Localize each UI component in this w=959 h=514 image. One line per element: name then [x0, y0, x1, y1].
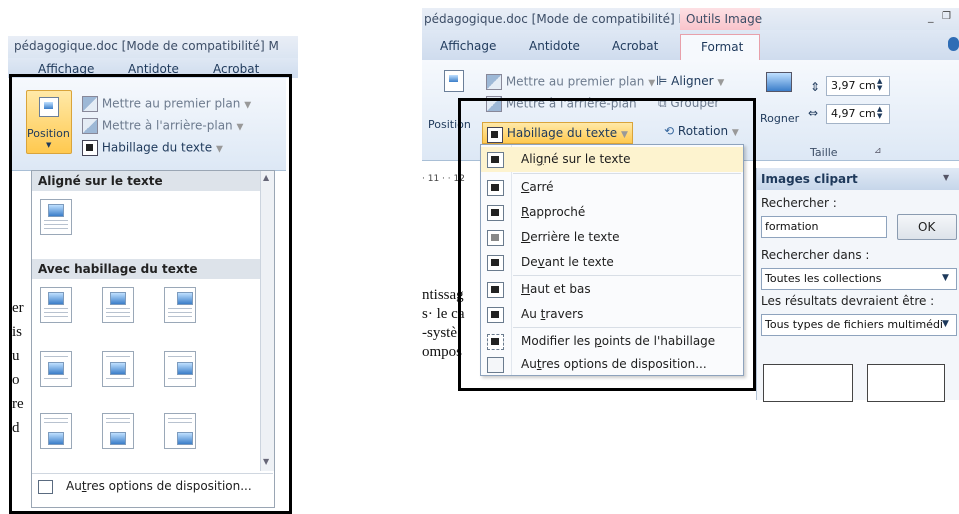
width-icon: ⇔	[808, 106, 819, 120]
tab-affichage[interactable]: Affichage	[440, 39, 496, 53]
search-label: Rechercher :	[761, 196, 837, 210]
right-highlight-frame	[458, 98, 756, 391]
tab-antidote[interactable]: Antidote	[529, 39, 580, 53]
right-window-title: pédagogique.doc [Mode de compatibilité] …	[424, 12, 689, 26]
height-input[interactable]: 3,97 cm ▲ ▼	[826, 76, 890, 96]
crop-label: Rogner	[760, 112, 800, 125]
width-spinner-icon[interactable]: ▲ ▼	[877, 106, 882, 120]
left-window-title: pédagogique.doc [Mode de compatibilité] …	[14, 39, 279, 53]
search-in-select[interactable]: Toutes les collections ▼	[761, 268, 957, 290]
align-icon: ⊫	[656, 74, 668, 89]
left-title-bar: pédagogique.doc [Mode de compatibilité] …	[8, 36, 298, 58]
crop-icon	[766, 72, 792, 92]
left-screenshot: pédagogique.doc [Mode de compatibilité] …	[0, 0, 300, 514]
height-icon: ⇕	[810, 80, 821, 94]
height-spinner-icon[interactable]: ▲ ▼	[877, 78, 882, 92]
right-tab-row: Affichage Antidote Acrobat Format	[422, 30, 959, 61]
ok-button[interactable]: OK	[897, 214, 957, 240]
clipart-result-box-2[interactable]	[867, 364, 945, 402]
height-value: 3,97 cm	[831, 79, 876, 92]
restore-icon[interactable]: ❐	[942, 11, 951, 22]
tab-format[interactable]: Format	[680, 34, 760, 61]
align-row[interactable]: ⊫ Aligner ▼	[656, 74, 724, 89]
crop-button[interactable]: Rogner	[760, 66, 800, 126]
align-label: Aligner	[671, 74, 714, 88]
context-tab-label: Outils Image	[686, 12, 763, 26]
results-value: Tous types de fichiers multimédi	[765, 318, 943, 331]
pane-menu-icon[interactable]: ▼	[943, 173, 949, 182]
clipart-header: Images clipart ▼	[757, 168, 959, 190]
search-in-value: Toutes les collections	[765, 272, 882, 285]
position-icon	[444, 70, 464, 92]
clipart-title: Images clipart	[761, 172, 858, 186]
help-icon[interactable]	[948, 37, 959, 51]
context-tab-header: Outils Image	[680, 8, 763, 30]
bring-front-row[interactable]: Mettre au premier plan ▼	[486, 74, 655, 90]
chevron-down-icon[interactable]: ▼	[942, 319, 949, 329]
right-title-bar: pédagogique.doc [Mode de compatibilité] …	[422, 8, 959, 30]
results-label: Les résultats devraient être :	[761, 294, 935, 308]
tab-acrobat[interactable]: Acrobat	[612, 39, 658, 53]
clipart-pane: Images clipart ▼ Rechercher : formation …	[756, 168, 959, 402]
width-input[interactable]: 4,97 cm ▲ ▼	[826, 104, 890, 124]
right-screenshot: pédagogique.doc [Mode de compatibilité] …	[422, 0, 959, 402]
ok-label: OK	[918, 220, 936, 234]
search-input[interactable]: formation	[761, 216, 887, 238]
bring-front-icon	[486, 74, 502, 90]
left-highlight-frame	[9, 74, 292, 514]
clipart-result-box-1[interactable]	[763, 364, 853, 402]
bring-front-label: Mettre au premier plan	[505, 74, 645, 89]
search-value: formation	[765, 220, 819, 233]
size-group-label: Taille	[810, 146, 838, 159]
chevron-down-icon[interactable]: ▼	[942, 273, 949, 283]
minimize-icon[interactable]: _	[928, 10, 934, 23]
width-value: 4,97 cm	[831, 107, 876, 120]
search-in-label: Rechercher dans :	[761, 248, 870, 262]
tab-format-label: Format	[701, 40, 744, 54]
results-select[interactable]: Tous types de fichiers multimédi ▼	[761, 314, 957, 336]
size-launcher-icon[interactable]: ⊿	[874, 146, 882, 156]
